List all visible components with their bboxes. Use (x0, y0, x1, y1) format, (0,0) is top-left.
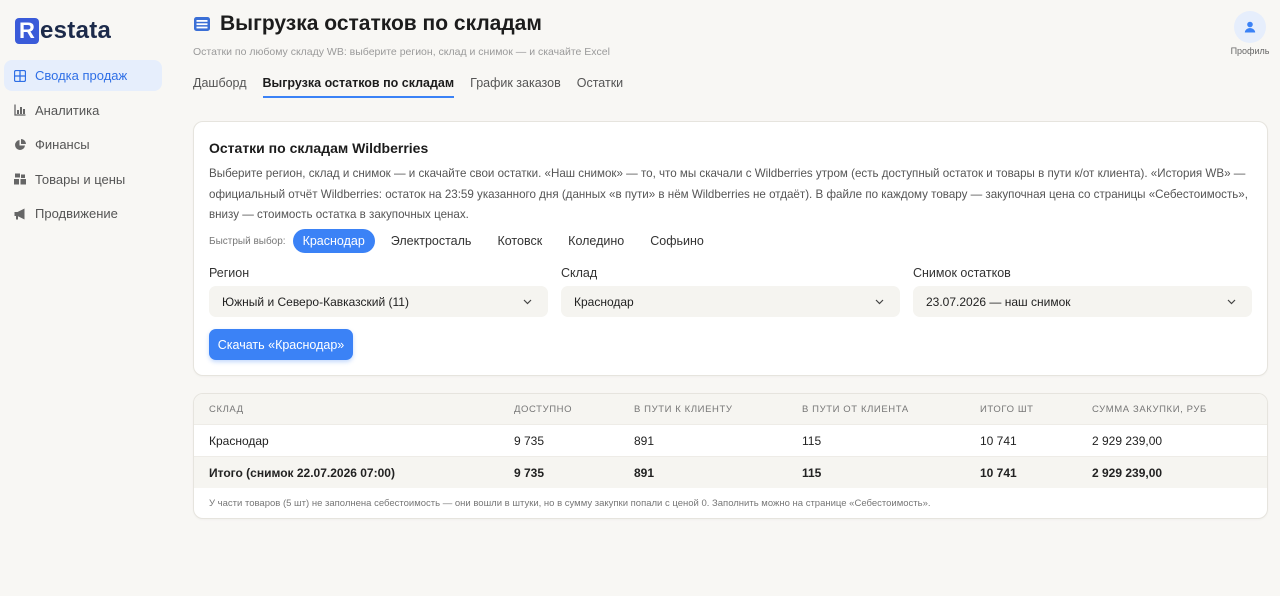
page-title: Выгрузка остатков по складам (220, 12, 542, 35)
chevron-down-icon (523, 299, 532, 305)
table-total-row: Итого (снимок 22.07.2026 07:00) 9 735 89… (194, 456, 1267, 488)
column-header-warehouse: СКЛАД (209, 403, 244, 415)
snapshot-select[interactable]: 23.07.2026 — наш снимок (913, 286, 1252, 317)
card-description: Выберите регион, склад и снимок — и скач… (209, 167, 1248, 221)
sidebar-item-label: Товары и цены (35, 171, 126, 187)
tab-warehouse-export[interactable]: Выгрузка остатков по складам (262, 76, 455, 98)
sidebar-nav: Сводка продаж Аналитика Финансы Товары и… (4, 60, 162, 233)
column-header-to-client: В ПУТИ К КЛИЕНТУ (634, 403, 733, 415)
avatar[interactable] (1234, 11, 1266, 43)
column-header-total-qty: ИТОГО ШТ (980, 403, 1034, 415)
logo-mark: R (15, 18, 39, 44)
megaphone-icon (14, 208, 26, 220)
sidebar-item-sales-summary[interactable]: Сводка продаж (4, 60, 162, 91)
quick-chip-krasnodar[interactable]: Краснодар (292, 229, 375, 253)
stock-table-card: СКЛАД ДОСТУПНО В ПУТИ К КЛИЕНТУ В ПУТИ О… (193, 393, 1268, 519)
snapshot-select-value: 23.07.2026 — наш снимок (926, 294, 1071, 309)
boxes-icon (14, 173, 26, 185)
sidebar-item-promotion[interactable]: Продвижение (4, 198, 162, 229)
cell-total-to-client: 891 (634, 465, 655, 480)
sidebar-item-label: Финансы (35, 137, 90, 152)
quick-chip-sofyino[interactable]: Софьино (640, 229, 714, 253)
cell-available: 9 735 (514, 433, 545, 448)
region-select-value: Южный и Северо-Кавказский (11) (222, 294, 409, 309)
quick-select: Быстрый выбор: Краснодар Электросталь Ко… (209, 229, 720, 253)
region-label: Регион (209, 266, 250, 280)
tab-bar: Дашборд Выгрузка остатков по складам Гра… (193, 76, 639, 98)
region-select[interactable]: Южный и Северо-Кавказский (11) (209, 286, 548, 317)
quick-chip-kotovsk[interactable]: Котовск (487, 229, 552, 253)
chevron-down-icon (1227, 299, 1236, 305)
table-footnote: У части товаров (5 шт) не заполнена себе… (209, 498, 931, 509)
table-row: Краснодар 9 735 891 115 10 741 2 929 239… (194, 424, 1267, 456)
sidebar: R estata Сводка продаж Аналитика Финансы (0, 0, 170, 596)
cell-warehouse: Краснодар (209, 433, 269, 448)
pie-chart-icon (14, 138, 26, 151)
column-header-available: ДОСТУПНО (514, 403, 573, 415)
cell-to-client: 891 (634, 433, 655, 448)
column-header-from-client: В ПУТИ ОТ КЛИЕНТА (802, 403, 909, 415)
sidebar-item-label: Сводка продаж (35, 68, 128, 83)
tab-dashboard[interactable]: Дашборд (193, 76, 247, 98)
column-header-purchase-sum: СУММА ЗАКУПКИ, РУБ (1092, 403, 1207, 415)
card-title: Остатки по складам Wildberries (209, 140, 429, 156)
cell-from-client: 115 (802, 433, 822, 448)
sidebar-item-products-prices[interactable]: Товары и цены (4, 164, 162, 195)
cell-total-available: 9 735 (514, 465, 545, 480)
profile-label: Профиль (1230, 46, 1270, 56)
sidebar-item-analytics[interactable]: Аналитика (4, 95, 162, 126)
warehouse-select-value: Краснодар (574, 294, 634, 309)
cell-total-qty: 10 741 (980, 433, 1017, 448)
table-header: СКЛАД ДОСТУПНО В ПУТИ К КЛИЕНТУ В ПУТИ О… (194, 394, 1267, 424)
sidebar-item-label: Продвижение (35, 206, 118, 221)
logo[interactable]: R estata (15, 17, 112, 44)
grid-icon (14, 69, 26, 82)
page-header: Выгрузка остатков по складам Остатки по … (193, 12, 610, 58)
quick-select-label: Быстрый выбор: (209, 235, 286, 247)
sidebar-item-finance[interactable]: Финансы (4, 129, 162, 160)
cell-purchase-sum: 2 929 239,00 (1092, 433, 1163, 448)
cell-total-purchase-sum: 2 929 239,00 (1092, 465, 1163, 480)
logo-text: estata (40, 17, 112, 44)
download-button[interactable]: Скачать «Краснодар» (209, 329, 353, 360)
quick-chip-koledino[interactable]: Коледино (558, 229, 634, 253)
spreadsheet-icon (193, 15, 211, 33)
export-form-card: Остатки по складам Wildberries Выберите … (193, 121, 1268, 376)
tab-order-schedule[interactable]: График заказов (470, 76, 561, 98)
tab-stock[interactable]: Остатки (577, 76, 623, 98)
cell-total-from-client: 115 (802, 465, 822, 480)
warehouse-label: Склад (561, 266, 598, 280)
page-subtitle: Остатки по любому складу WB: выберите ре… (193, 46, 610, 58)
profile-button[interactable]: Профиль (1230, 11, 1270, 56)
sidebar-item-label: Аналитика (35, 102, 100, 118)
warehouse-select[interactable]: Краснодар (561, 286, 900, 317)
chevron-down-icon (875, 299, 884, 305)
bar-chart-icon (14, 104, 26, 116)
snapshot-label: Снимок остатков (913, 266, 1011, 280)
quick-chip-elektrostal[interactable]: Электросталь (381, 229, 482, 253)
cell-total-qty: 10 741 (980, 465, 1017, 480)
cell-total-label: Итого (снимок 22.07.2026 07:00) (209, 465, 395, 480)
user-icon (1244, 21, 1256, 33)
